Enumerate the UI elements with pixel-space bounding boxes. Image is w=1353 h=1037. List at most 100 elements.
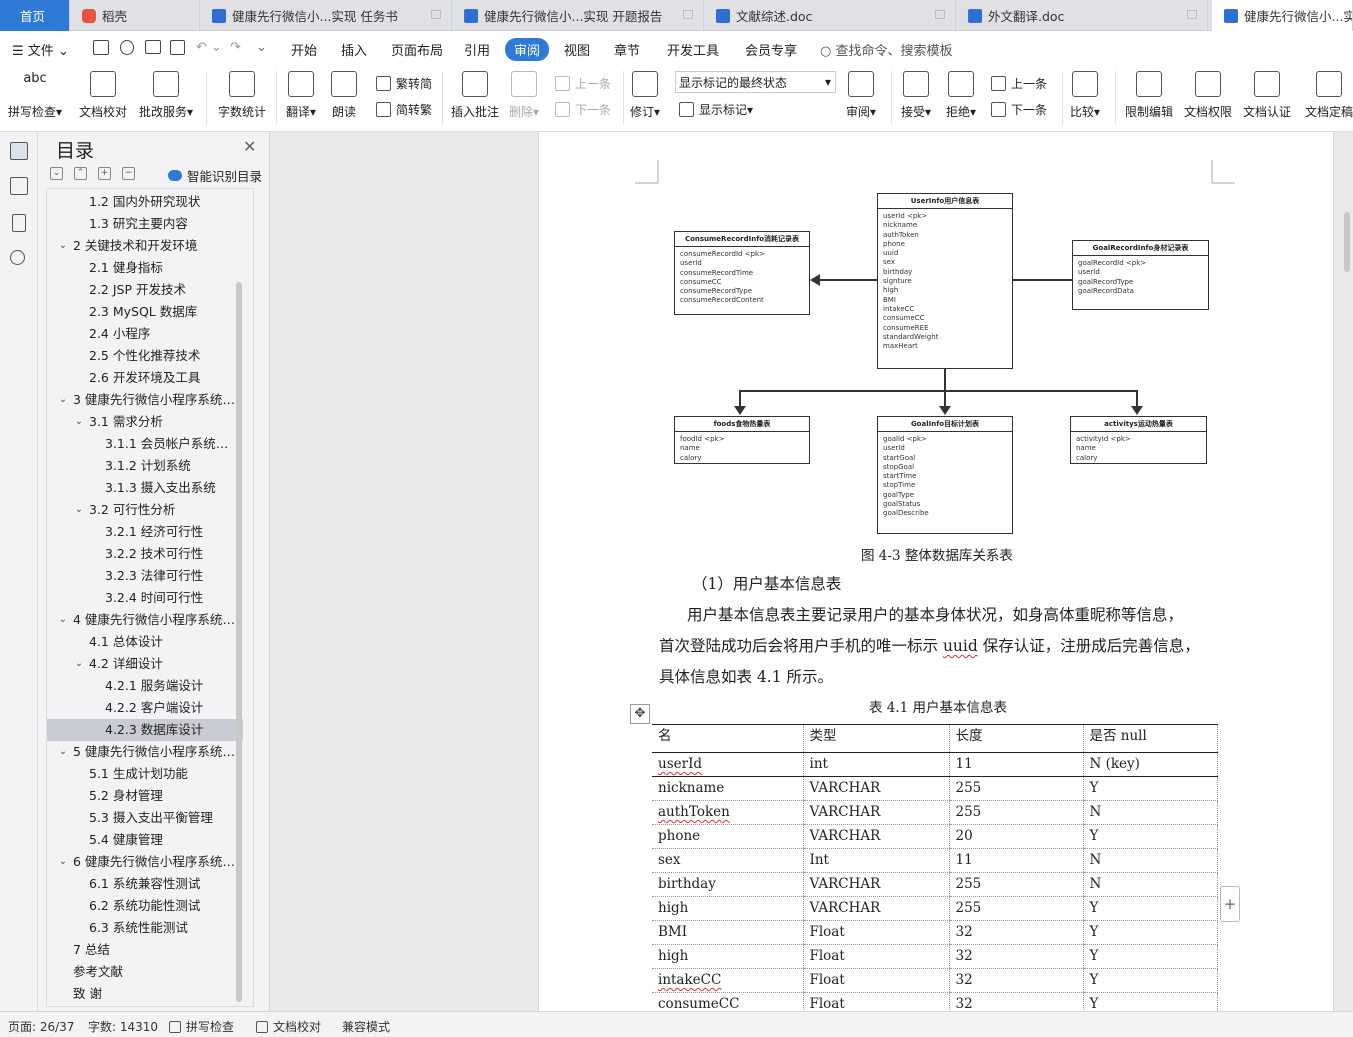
toc-item[interactable]: 参考文献	[47, 961, 243, 983]
chevron-down-icon[interactable]: ⌄	[73, 653, 85, 675]
cloud-icon[interactable]	[120, 40, 134, 55]
undo-icon[interactable]: ↶ ⌄	[196, 40, 222, 55]
prev-change-button[interactable]: 上一条	[991, 75, 1047, 92]
tab-home[interactable]: 首页	[0, 0, 70, 31]
screen-icon[interactable]	[1187, 10, 1197, 19]
toc-item[interactable]: ⌄ 5 健康先行微信小程序系统 ...	[47, 741, 243, 763]
tab-doc-review[interactable]: 文献综述.doc	[704, 0, 956, 31]
collapse-all-icon[interactable]: ⌄	[50, 167, 63, 180]
toc-scrollbar[interactable]	[236, 282, 242, 1002]
command-search[interactable]: ○ 查找命令、搜索模板	[820, 40, 953, 59]
toc-item[interactable]: 1.3 研究主要内容	[47, 213, 243, 235]
toc-item[interactable]: ⌄ 6 健康先行微信小程序系统 ...	[47, 851, 243, 873]
word-count-button[interactable]: 字数统计	[218, 69, 266, 120]
screen-icon[interactable]	[935, 10, 945, 19]
insert-comment-button[interactable]: 插入批注	[451, 69, 499, 120]
toc-item[interactable]: 4.2.1 服务端设计	[47, 675, 243, 697]
chevron-down-icon[interactable]: ⌄	[57, 389, 69, 411]
compare-button[interactable]: 比较▾	[1070, 69, 1100, 120]
toc-item[interactable]: ⌄ 3.2 可行性分析	[47, 499, 243, 521]
more-icon[interactable]: ⌄	[256, 40, 267, 55]
toc-item[interactable]: 3.1.1 会员帐户系统需 ...	[47, 433, 243, 455]
tab-daoke[interactable]: 稻壳	[70, 0, 200, 31]
doc-permission-button[interactable]: 文档权限	[1184, 69, 1232, 120]
toc-item[interactable]: 3.2.2 技术可行性	[47, 543, 243, 565]
menu-review[interactable]: 审阅	[505, 38, 550, 61]
smart-toc-button[interactable]: 智能识别目录	[168, 166, 262, 185]
menu-layout[interactable]: 页面布局	[391, 40, 443, 59]
document-scrollbar[interactable]	[1344, 212, 1350, 272]
markup-state-select[interactable]: 显示标记的最终状态 ▾	[675, 71, 836, 93]
translate-button[interactable]: 翻译▾	[286, 69, 316, 120]
restrict-edit-button[interactable]: 限制编辑	[1125, 69, 1173, 120]
toc-item[interactable]: 5.2 身材管理	[47, 785, 243, 807]
close-icon[interactable]: ✕	[243, 137, 256, 156]
chevron-down-icon[interactable]: ⌄	[57, 235, 69, 257]
menu-member[interactable]: 会员专享	[745, 40, 797, 59]
toc-item[interactable]: 2.6 开发环境及工具	[47, 367, 243, 389]
doc-proof-button[interactable]: 文档校对	[79, 69, 127, 120]
screen-icon[interactable]	[431, 10, 441, 19]
next-comment-button[interactable]: 下一条	[555, 101, 611, 118]
toc-item[interactable]: 2.2 JSP 开发技术	[47, 279, 243, 301]
toc-item[interactable]: 2.1 健身指标	[47, 257, 243, 279]
toc-item[interactable]: 5.4 健康管理	[47, 829, 243, 851]
toc-item[interactable]: 2.3 MySQL 数据库	[47, 301, 243, 323]
toc-item[interactable]: 6.2 系统功能性测试	[47, 895, 243, 917]
print-preview-icon[interactable]	[170, 40, 185, 55]
add-heading-icon[interactable]: +	[98, 167, 111, 180]
menu-reference[interactable]: 引用	[464, 40, 490, 59]
bookmark-icon[interactable]	[12, 214, 26, 232]
menu-chapter[interactable]: 章节	[614, 40, 640, 59]
toc-item[interactable]: 6.1 系统兼容性测试	[47, 873, 243, 895]
toc-item[interactable]: 1.2 国内外研究现状	[47, 191, 243, 213]
toc-item[interactable]: 3.2.3 法律可行性	[47, 565, 243, 587]
review-pane-button[interactable]: 审阅▾	[846, 69, 876, 120]
tab-doc-task[interactable]: 健康先行微信小...实现 任务书	[200, 0, 452, 31]
search-icon[interactable]	[10, 250, 25, 265]
status-proof[interactable]: 文档校对	[256, 1018, 321, 1035]
toc-item[interactable]: 致 谢	[47, 983, 243, 1005]
chevron-down-icon[interactable]: ⌄	[73, 411, 85, 433]
reject-button[interactable]: 拒绝▾	[946, 69, 976, 120]
toc-item[interactable]: ⌄ 4.2 详细设计	[47, 653, 243, 675]
file-menu[interactable]: ☰ 文件 ⌄	[12, 40, 69, 59]
toc-item[interactable]: 7 总结	[47, 939, 243, 961]
doc-final-button[interactable]: 文档定稿	[1305, 69, 1353, 120]
show-markup-button[interactable]: 显示标记 ▾	[679, 101, 753, 118]
menu-developer[interactable]: 开发工具	[667, 40, 719, 59]
toc-item[interactable]: 6.3 系统性能测试	[47, 917, 243, 939]
toc-item[interactable]: ⌄ 3 健康先行微信小程序系统 ...	[47, 389, 243, 411]
word-count[interactable]: 字数: 14310	[88, 1018, 158, 1035]
spell-check-button[interactable]: abc 拼写检查▾	[8, 69, 62, 120]
toc-item[interactable]: 2.4 小程序	[47, 323, 243, 345]
toc-item[interactable]: 5.1 生成计划功能	[47, 763, 243, 785]
read-aloud-button[interactable]: 朗读	[331, 69, 357, 120]
simp-to-trad-button[interactable]: 简转繁	[376, 101, 432, 118]
redo-icon[interactable]: ↷	[230, 40, 241, 55]
toc-item[interactable]: ⌄ 3.1 需求分析	[47, 411, 243, 433]
menu-start[interactable]: 开始	[291, 40, 317, 59]
navigation-icon[interactable]	[10, 177, 28, 195]
chevron-down-icon[interactable]: ⌄	[57, 741, 69, 763]
delete-comment-button[interactable]: 删除▾	[509, 69, 539, 120]
toc-item[interactable]: 4.2.3 数据库设计	[47, 719, 243, 741]
menu-insert[interactable]: 插入	[341, 40, 367, 59]
tab-doc-proposal[interactable]: 健康先行微信小...实现 开题报告	[452, 0, 704, 31]
screen-icon[interactable]	[683, 10, 693, 19]
status-spell-check[interactable]: 拼写检查	[169, 1018, 234, 1035]
menu-view[interactable]: 视图	[564, 40, 590, 59]
toc-item[interactable]: 5.3 摄入支出平衡管理	[47, 807, 243, 829]
trad-to-simp-button[interactable]: 繁转简	[376, 75, 432, 92]
toc-item[interactable]: 3.2.4 时间可行性	[47, 587, 243, 609]
table-move-handle-icon[interactable]: ✥	[630, 704, 650, 724]
page-indicator[interactable]: 页面: 26/37	[8, 1018, 74, 1035]
track-changes-button[interactable]: 修订▾	[630, 69, 660, 120]
accept-button[interactable]: 接受▾	[901, 69, 931, 120]
doc-cert-button[interactable]: 文档认证	[1243, 69, 1291, 120]
toc-item[interactable]: 2.5 个性化推荐技术	[47, 345, 243, 367]
toc-item[interactable]: ⌄ 2 关键技术和开发环境	[47, 235, 243, 257]
toc-item[interactable]: 3.1.2 计划系统	[47, 455, 243, 477]
toc-item[interactable]: 3.1.3 摄入支出系统	[47, 477, 243, 499]
toc-item[interactable]: ⌄ 4 健康先行微信小程序系统 ...	[47, 609, 243, 631]
